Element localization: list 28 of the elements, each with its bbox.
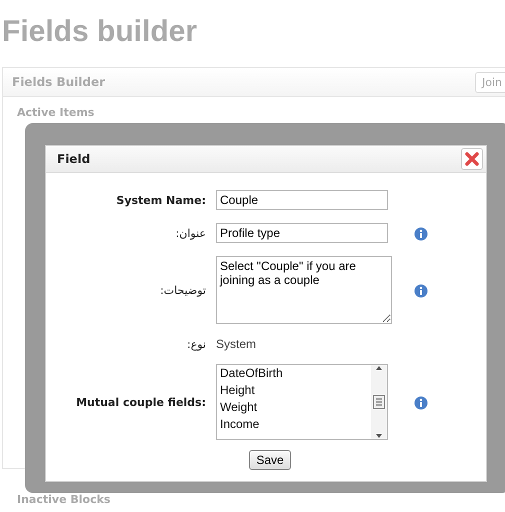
scrollbar[interactable] bbox=[371, 365, 387, 439]
save-button[interactable]: Save bbox=[249, 450, 291, 470]
list-option[interactable]: Height bbox=[220, 382, 371, 399]
panel-title: Fields Builder bbox=[12, 75, 106, 89]
field-label: عنوان: bbox=[176, 226, 206, 240]
list-option[interactable]: DateOfBirth bbox=[220, 365, 371, 382]
scroll-up-icon[interactable] bbox=[375, 365, 383, 371]
page-title: Fields builder bbox=[2, 14, 198, 50]
text-area[interactable]: Select "Couple" if you are joining as a couple bbox=[216, 256, 392, 324]
section-title: Inactive Blocks bbox=[17, 493, 110, 506]
scroll-down-icon[interactable] bbox=[375, 433, 383, 439]
text-field[interactable]: Profile type bbox=[216, 223, 388, 243]
section-title: Active Items bbox=[17, 106, 96, 119]
text-field[interactable]: Couple bbox=[216, 190, 388, 210]
field-label: System Name: bbox=[116, 194, 206, 206]
close-button[interactable] bbox=[461, 148, 483, 170]
info-icon[interactable] bbox=[414, 226, 428, 240]
field-label: توضیحات: bbox=[160, 284, 206, 296]
field-label: نوع: bbox=[186, 338, 206, 350]
field-value: System bbox=[216, 337, 258, 351]
list-option[interactable]: Weight bbox=[220, 399, 371, 416]
info-icon[interactable] bbox=[414, 283, 428, 297]
list-option[interactable]: Income bbox=[220, 416, 371, 433]
info-icon[interactable] bbox=[414, 395, 428, 409]
list-box[interactable]: DateOfBirth Height Weight Income bbox=[216, 364, 388, 440]
field-label: Mutual couple fields: bbox=[76, 396, 206, 408]
dialog-title: Field bbox=[57, 152, 90, 166]
scroll-thumb[interactable] bbox=[373, 395, 385, 409]
